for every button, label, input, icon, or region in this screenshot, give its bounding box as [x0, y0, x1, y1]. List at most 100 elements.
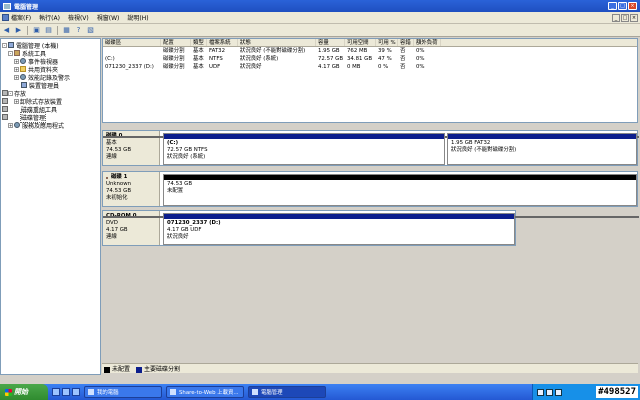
mdi-minimize-button[interactable]: _ — [612, 14, 620, 22]
export-icon[interactable]: ▦ — [62, 26, 71, 35]
properties-icon[interactable]: ▧ — [86, 26, 95, 35]
menu-view[interactable]: 檢視(V) — [68, 13, 89, 22]
partition-d[interactable]: 071230_2337 (D:) 4.17 GB UDF 狀況良好 — [163, 213, 515, 245]
up-icon[interactable]: ▣ — [32, 26, 41, 35]
tree-item-computer-management[interactable]: - 電腦管理 (本機) — [2, 41, 99, 50]
tray-volume-icon[interactable] — [546, 388, 553, 396]
tree-item-defragmenter[interactable]: 磁碟重組工具 — [2, 105, 99, 114]
cell-type: 基本 — [193, 56, 204, 62]
disk-size: 74.53 GB — [106, 188, 132, 194]
collapse-icon[interactable]: - — [2, 42, 7, 48]
expand-icon[interactable]: + — [14, 98, 19, 104]
cell-capacity: 4.17 GB — [318, 64, 340, 70]
table-row[interactable]: 磁碟分割 基本 FAT32 狀況良好 (不能對磁碟分割) 1.95 GB 762… — [103, 47, 637, 55]
column-header-status[interactable]: 狀態 — [238, 39, 316, 46]
menu-bar: 檔案(F) 執行(A) 檢視(V) 視窗(W) 說明(H) _ □ × — [0, 12, 640, 24]
partition-c[interactable]: (C:) 72.57 GB NTFS 狀況良好 (系統) — [163, 133, 445, 165]
disk-label[interactable]: CD-ROM 0 DVD 4.17 GB 連線 — [103, 211, 639, 245]
table-row[interactable]: (C:) 磁碟分割 基本 NTFS 狀況良好 (系統) 72.57 GB 34.… — [103, 55, 637, 63]
menu-window-label: 視窗(W) — [96, 15, 120, 22]
partition-status: 未配置 — [167, 188, 184, 194]
tools-icon — [14, 50, 20, 56]
expand-icon[interactable]: + — [14, 66, 19, 72]
legend-label: 主要磁碟分割 — [144, 366, 181, 373]
column-header-type[interactable]: 類型 — [191, 39, 207, 46]
disk-row-0[interactable]: 磁碟 0 基本 74.53 GB 連線 (C:) 72.57 GB NTFS 狀… — [102, 130, 639, 166]
menu-help[interactable]: 說明(H) — [127, 13, 148, 22]
back-icon[interactable]: ◀ — [2, 26, 11, 35]
menu-file[interactable]: 檔案(F) — [2, 13, 31, 22]
menu-action[interactable]: 執行(A) — [39, 13, 60, 22]
column-header-layout[interactable]: 配置 — [161, 39, 191, 46]
task-share-to-web[interactable]: Share-to-Web 上載資... — [166, 386, 244, 398]
windows-logo-icon — [5, 388, 12, 396]
task-my-computer[interactable]: 我的電腦 — [84, 386, 162, 398]
computer-management-icon — [252, 389, 258, 395]
cell-free-space: 34.81 GB — [347, 56, 373, 62]
task-label: 電腦管理 — [261, 390, 283, 396]
maximize-button[interactable]: □ — [618, 2, 627, 10]
menu-view-label: 檢視(V) — [67, 15, 89, 22]
quick-launch-ie-icon[interactable] — [52, 388, 60, 396]
minimize-button[interactable]: _ — [608, 2, 617, 10]
forward-icon[interactable]: ▶ — [14, 26, 23, 35]
disk-size: 74.53 GB — [106, 147, 132, 153]
cell-volume: 071230_2337 (D:) — [105, 64, 154, 70]
partition-unallocated[interactable]: 74.53 GB 未配置 — [163, 174, 637, 206]
column-header-fault-tolerance[interactable]: 容錯 — [398, 39, 414, 46]
disk-name: 磁碟 1 — [111, 174, 128, 180]
window-title: 電腦管理 — [14, 3, 39, 11]
show-hide-tree-icon[interactable]: ▤ — [44, 26, 53, 35]
expand-icon[interactable]: + — [14, 58, 19, 64]
column-header-volume[interactable]: 磁碟區 — [103, 39, 161, 46]
column-header-free-space[interactable]: 可用空間 — [345, 39, 376, 46]
start-button[interactable]: 開始 — [0, 384, 48, 400]
services-icon — [14, 122, 20, 128]
tray-network-icon[interactable] — [537, 388, 544, 396]
disk-management-icon — [2, 114, 8, 120]
help-icon[interactable]: ? — [74, 26, 83, 35]
collapse-icon[interactable]: - — [8, 50, 13, 56]
title-bar: 電腦管理 _ □ × — [0, 0, 640, 12]
toolbar: ◀ ▶ ▣ ▤ ▦ ? ▧ — [0, 24, 640, 37]
partition-fat32[interactable]: 1.95 GB FAT32 狀況良好 (不能對磁碟分割) — [447, 133, 637, 165]
cell-filesystem: FAT32 — [209, 48, 226, 54]
console-tree[interactable]: - 電腦管理 (本機) - 系統工具 + 事件檢視器 + 共用資料夾 + 效能記… — [0, 38, 101, 375]
disk-row-1[interactable]: 磁碟 1 Unknown 74.53 GB 未初始化 74.53 GB 未配置 — [102, 171, 638, 207]
partition-size-fs: 72.57 GB NTFS — [167, 147, 208, 153]
column-header-filesystem[interactable]: 檔案系統 — [207, 39, 238, 46]
tray-security-icon[interactable] — [555, 388, 562, 396]
close-button[interactable]: × — [628, 2, 637, 10]
expand-icon[interactable]: + — [8, 122, 13, 128]
column-header-percent-free[interactable]: 可用 % — [376, 39, 398, 46]
cdrom-row-0[interactable]: CD-ROM 0 DVD 4.17 GB 連線 071230_2337 (D:)… — [102, 210, 639, 246]
mdi-close-button[interactable]: × — [630, 14, 638, 22]
storage-icon — [2, 90, 8, 96]
partition-size-fs: 74.53 GB — [167, 181, 193, 187]
partition-status: 狀況良好 (不能對磁碟分割) — [451, 147, 517, 153]
toolbar-separator — [57, 25, 58, 35]
quick-launch-media-icon[interactable] — [72, 388, 80, 396]
cell-capacity: 72.57 GB — [318, 56, 344, 62]
expand-icon[interactable]: + — [14, 74, 19, 80]
column-header-capacity[interactable]: 容量 — [316, 39, 345, 46]
disk-label[interactable]: 磁碟 1 Unknown 74.53 GB 未初始化 — [103, 172, 160, 206]
menu-file-label: 檔案(F) — [11, 15, 32, 22]
table-row[interactable]: 071230_2337 (D:) 磁碟分割 基本 UDF 狀況良好 4.17 G… — [103, 63, 637, 71]
column-header-overhead[interactable]: 額外負荷 — [414, 39, 441, 46]
toolbar-separator — [27, 25, 28, 35]
cell-free-space: 762 MB — [347, 48, 368, 54]
volume-list[interactable]: 磁碟區 配置 類型 檔案系統 狀態 容量 可用空間 可用 % 容錯 額外負荷 磁… — [102, 38, 638, 123]
disk-label[interactable]: 磁碟 0 基本 74.53 GB 連線 — [103, 131, 639, 165]
volume-list-header: 磁碟區 配置 類型 檔案系統 狀態 容量 可用空間 可用 % 容錯 額外負荷 — [103, 39, 637, 47]
cell-filesystem: NTFS — [209, 56, 223, 62]
legend-swatch — [136, 366, 143, 373]
tree-item-services-apps[interactable]: + 服務及應用程式 — [2, 121, 99, 130]
menu-window[interactable]: 視窗(W) — [97, 13, 120, 22]
task-label: Share-to-Web 上載資... — [179, 390, 239, 396]
collapse-icon[interactable]: - — [8, 90, 13, 96]
quick-launch-desktop-icon[interactable] — [62, 388, 70, 396]
share-to-web-icon — [170, 389, 176, 395]
task-computer-management[interactable]: 電腦管理 — [248, 386, 326, 398]
mdi-restore-button[interactable]: □ — [621, 14, 629, 22]
